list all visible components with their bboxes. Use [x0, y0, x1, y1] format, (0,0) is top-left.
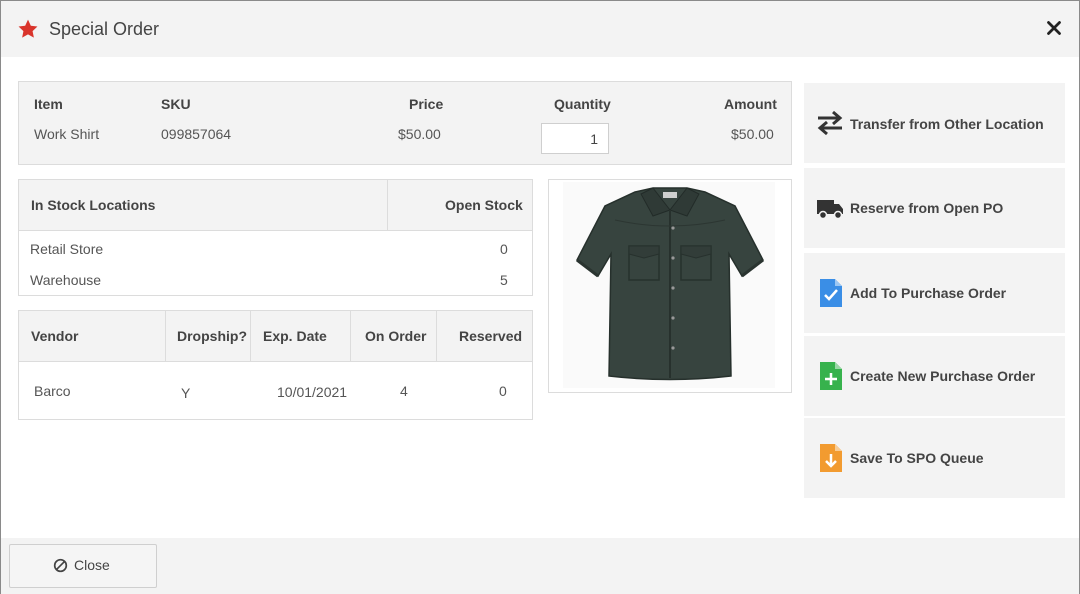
ban-circle-icon: [53, 558, 68, 573]
document-plus-icon: [820, 362, 842, 390]
reserved-value: 0: [499, 383, 507, 399]
item-amount: $50.00: [731, 126, 774, 142]
reserve-from-open-po-button[interactable]: Reserve from Open PO: [804, 168, 1065, 248]
close-button-label: Close: [74, 557, 110, 573]
exp-date-value: 10/01/2021: [277, 384, 348, 400]
reserve-button-label: Reserve from Open PO: [850, 200, 1004, 216]
create-po-button-label: Create New Purchase Order: [850, 368, 1036, 384]
amount-header: Amount: [724, 96, 777, 112]
save-queue-button-label: Save To SPO Queue: [850, 450, 984, 466]
location-column-header: In Stock Locations: [31, 197, 156, 213]
product-image-panel: [548, 179, 792, 393]
reserved-column-header: Reserved: [459, 328, 523, 344]
column-divider: [387, 180, 388, 230]
vendor-column-header: Vendor: [31, 328, 79, 344]
item-header: Item: [34, 96, 63, 112]
product-image: [563, 182, 775, 388]
location-name: Retail Store: [30, 241, 104, 257]
document-download-icon: [820, 444, 842, 472]
open-stock-column-header: Open Stock: [445, 197, 523, 213]
price-header: Price: [409, 96, 444, 112]
save-to-spo-queue-button[interactable]: Save To SPO Queue: [804, 418, 1065, 498]
vendor-name: Barco: [34, 383, 71, 399]
vendor-table-header: Vendor Dropship? Exp. Date On Order Rese…: [19, 311, 532, 362]
item-name: Work Shirt: [34, 126, 100, 142]
transfer-from-other-location-button[interactable]: Transfer from Other Location: [804, 83, 1065, 163]
dialog-titlebar: Special Order: [1, 1, 1079, 57]
stock-table-header: In Stock Locations Open Stock: [19, 180, 532, 231]
sku-header: SKU: [161, 96, 191, 112]
quantity-header: Quantity: [554, 96, 611, 112]
add-po-button-label: Add To Purchase Order: [850, 285, 1007, 301]
exp-date-column-header: Exp. Date: [263, 328, 327, 344]
item-summary-panel: Item SKU Price Quantity Amount Work Shir…: [18, 81, 792, 165]
item-sku: 099857064: [161, 126, 232, 142]
dialog-footer: Close: [1, 538, 1079, 594]
quantity-input[interactable]: [541, 123, 609, 154]
transfer-arrows-icon: [817, 110, 843, 136]
stock-locations-table: In Stock Locations Open Stock Retail Sto…: [18, 179, 533, 296]
item-price: $50.00: [398, 126, 441, 142]
location-name: Warehouse: [30, 272, 102, 288]
on-order-column-header: On Order: [365, 328, 427, 344]
document-check-icon: [820, 279, 842, 307]
column-divider: [250, 311, 251, 361]
dialog-title: Special Order: [49, 19, 160, 39]
close-x-icon[interactable]: [1043, 17, 1065, 39]
dropship-column-header: Dropship?: [177, 328, 247, 344]
column-divider: [436, 311, 437, 361]
truck-icon: [817, 200, 843, 220]
add-to-purchase-order-button[interactable]: Add To Purchase Order: [804, 253, 1065, 333]
close-button[interactable]: Close: [9, 544, 157, 588]
vendor-table: Vendor Dropship? Exp. Date On Order Rese…: [18, 310, 533, 420]
create-new-purchase-order-button[interactable]: Create New Purchase Order: [804, 336, 1065, 416]
transfer-button-label: Transfer from Other Location: [850, 116, 1044, 132]
open-stock-value: 5: [500, 272, 508, 288]
column-divider: [350, 311, 351, 361]
column-divider: [165, 311, 166, 361]
open-stock-value: 0: [500, 241, 508, 257]
special-order-dialog: Special Order Item SKU Price Quantity Am…: [0, 0, 1080, 594]
star-icon: [18, 19, 38, 38]
on-order-value: 4: [400, 383, 408, 399]
dropship-value: Y: [181, 385, 191, 401]
